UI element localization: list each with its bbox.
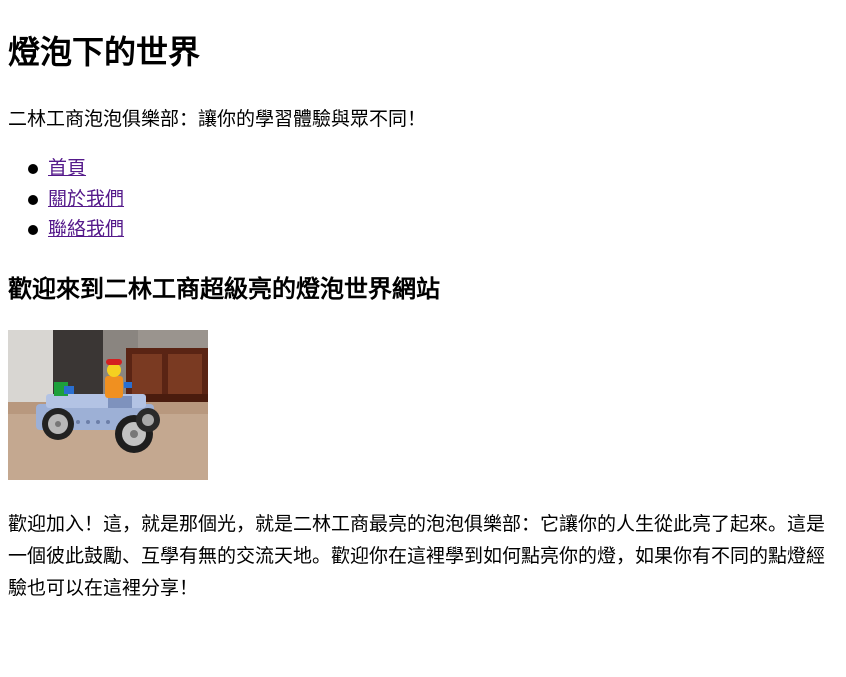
bullet-icon	[28, 194, 38, 205]
nav-item-home: 首頁	[8, 154, 124, 185]
nav-item-about: 關於我們	[8, 185, 124, 216]
nav-link-about[interactable]: 關於我們	[48, 188, 124, 210]
page-title: 燈泡下的世界	[8, 33, 201, 71]
nav-list: 首頁 關於我們 聯絡我們	[8, 154, 124, 246]
lego-car-photo	[8, 330, 208, 480]
bullet-icon	[28, 164, 38, 174]
bullet-icon	[28, 225, 38, 235]
section-heading: 歡迎來到二林工商超級亮的燈泡世界網站	[8, 275, 440, 303]
site-tagline: 二林工商泡泡俱樂部：讓你的學習體驗與眾不同！	[8, 108, 427, 130]
nav-link-home[interactable]: 首頁	[48, 157, 86, 179]
nav-item-contact: 聯絡我們	[8, 215, 124, 246]
intro-paragraph: 歡迎加入！這，就是那個光，就是二林工商最亮的泡泡俱樂部：它讓你的人生從此亮了起來…	[8, 513, 826, 599]
nav-link-contact[interactable]: 聯絡我們	[48, 218, 124, 240]
